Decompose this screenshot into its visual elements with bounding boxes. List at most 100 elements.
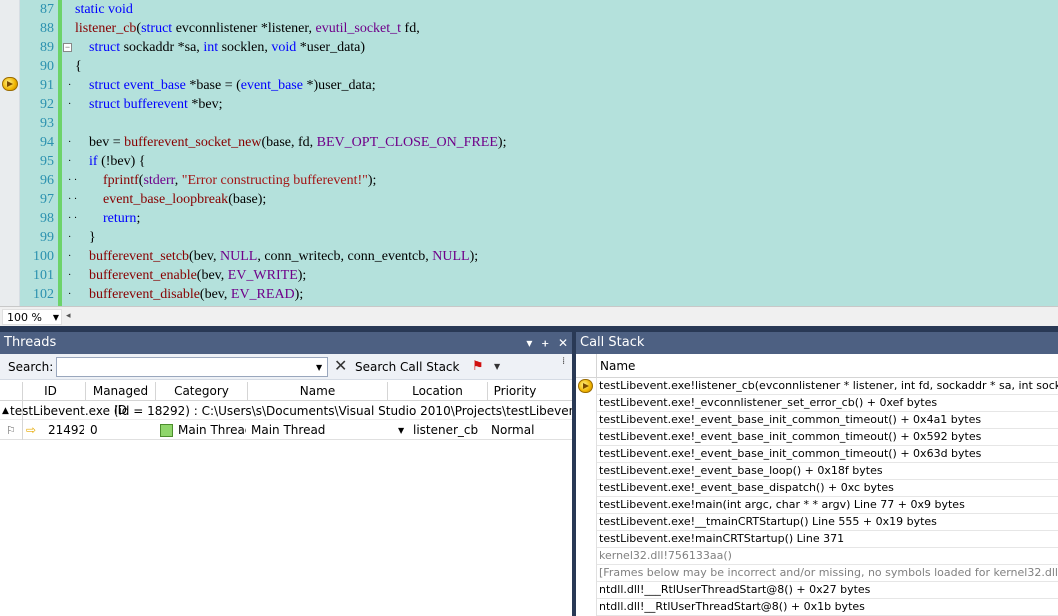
- code-line[interactable]: 97 · · event_base_loopbreak(base);: [20, 190, 1058, 209]
- code-text: struct bufferevent *bev;: [75, 95, 222, 114]
- code-line[interactable]: 94 · bev = bufferevent_socket_new(base, f…: [20, 133, 1058, 152]
- line-number: 93: [40, 116, 54, 131]
- call-stack-panel-title[interactable]: Call Stack: [576, 332, 1058, 354]
- call-stack-gutter: [576, 378, 597, 616]
- code-editor[interactable]: 87 static void 88 listener_cb(struct evconn…: [0, 0, 1058, 326]
- indent-guide: · ·: [68, 194, 78, 205]
- code-line[interactable]: 92 · struct bufferevent *bev;: [20, 95, 1058, 114]
- code-token: *user_data): [296, 40, 366, 55]
- code-line[interactable]: 88 listener_cb(struct evconnlistener *lis…: [20, 19, 1058, 38]
- code-token: *)user_data;: [302, 78, 376, 93]
- toolbar-overflow-icon[interactable]: ⁞: [562, 356, 565, 367]
- process-group-label: testLibevent.exe (id = 18292) : C:\Users…: [10, 404, 572, 418]
- code-line[interactable]: 91 · struct event_base *base = (event_bas…: [20, 76, 1058, 95]
- line-number: 101: [33, 268, 54, 283]
- zoom-level-dropdown[interactable]: 100 % ▼: [2, 309, 62, 325]
- column-header-name[interactable]: Name: [600, 354, 635, 378]
- call-stack-frame[interactable]: testLibevent.exe!listener_cb(evconnliste…: [597, 378, 1058, 395]
- call-stack-frame[interactable]: testLibevent.exe!mainCRTStartup() Line 3…: [597, 531, 1058, 548]
- code-token: (!bev) {: [97, 154, 146, 169]
- code-line[interactable]: 100 · bufferevent_setcb(bev, NULL, conn_w…: [20, 247, 1058, 266]
- code-token: fd,: [401, 21, 420, 36]
- column-header-category[interactable]: Category: [155, 382, 247, 401]
- code-text: listener_cb(struct evconnlistener *liste…: [75, 19, 420, 38]
- code-text: {: [75, 57, 82, 76]
- call-stack-frame[interactable]: ntdll.dll!__RtlUserThreadStart@8() + 0x1…: [597, 599, 1058, 616]
- code-line[interactable]: 90 {: [20, 57, 1058, 76]
- code-line[interactable]: 101 · bufferevent_enable(bev, EV_WRITE);: [20, 266, 1058, 285]
- search-dropdown-chevron-icon[interactable]: ▼: [316, 363, 322, 372]
- line-number: 102: [33, 287, 54, 302]
- call-stack-frame[interactable]: [Frames below may be incorrect and/or mi…: [597, 565, 1058, 582]
- code-token: listener_cb: [75, 21, 137, 36]
- flag-filter-button[interactable]: ⚑ ▼: [472, 358, 504, 376]
- column-header-location[interactable]: Location: [387, 382, 487, 401]
- collapse-caret-icon[interactable]: ▲: [2, 402, 9, 419]
- threads-title-buttons: ▾ ᚐ ✕: [520, 332, 568, 354]
- code-token: static void: [75, 2, 133, 17]
- code-line[interactable]: 102 · bufferevent_disable(bev, EV_READ);: [20, 285, 1058, 304]
- line-number: 88: [40, 21, 54, 36]
- code-token: }: [75, 230, 96, 245]
- code-token: socklen,: [218, 40, 272, 55]
- column-header-name[interactable]: Name: [247, 382, 387, 401]
- clear-search-icon[interactable]: ✕: [334, 357, 347, 375]
- code-token: bufferevent_setcb: [89, 249, 190, 264]
- location-dropdown-icon[interactable]: ▼: [398, 421, 404, 440]
- line-number: 87: [40, 2, 54, 17]
- close-icon[interactable]: ✕: [558, 336, 568, 350]
- call-stack-frame[interactable]: testLibevent.exe!main(int argc, char * *…: [597, 497, 1058, 514]
- line-number: 98: [40, 211, 54, 226]
- code-token: ,: [174, 173, 182, 188]
- call-stack-frame[interactable]: testLibevent.exe!_event_base_init_common…: [597, 429, 1058, 446]
- indicator-margin[interactable]: [0, 0, 20, 306]
- indent-guide: ·: [68, 156, 72, 167]
- current-thread-arrow-icon: ⇨: [26, 423, 37, 437]
- code-token: fprintf: [103, 173, 139, 188]
- code-line[interactable]: 93: [20, 114, 1058, 133]
- call-stack-frame[interactable]: ntdll.dll!___RtlUserThreadStart@8() + 0x…: [597, 582, 1058, 599]
- code-line[interactable]: 89− struct sockaddr *sa, int socklen, vo…: [20, 38, 1058, 57]
- code-line[interactable]: 98 · · return;: [20, 209, 1058, 228]
- scroll-left-icon[interactable]: ◂: [66, 311, 71, 321]
- code-token: );: [294, 287, 304, 302]
- code-token: struct: [141, 21, 173, 36]
- code-text: if (!bev) {: [75, 152, 145, 171]
- call-stack-frame[interactable]: testLibevent.exe!_event_base_init_common…: [597, 446, 1058, 463]
- code-line[interactable]: 95 · if (!bev) {: [20, 152, 1058, 171]
- outline-collapse-icon[interactable]: −: [63, 43, 72, 52]
- code-token: bev =: [75, 135, 125, 150]
- pin-icon[interactable]: ᚐ: [542, 336, 548, 350]
- search-input[interactable]: [56, 357, 328, 377]
- column-header-managed-id[interactable]: Managed ID: [85, 382, 155, 417]
- call-stack-frame[interactable]: testLibevent.exe!_event_base_dispatch() …: [597, 480, 1058, 497]
- code-text: fprintf(stderr, "Error constructing buff…: [75, 171, 376, 190]
- call-stack-frame[interactable]: testLibevent.exe!_evconnlistener_set_err…: [597, 395, 1058, 412]
- indent-guide: · ·: [68, 175, 78, 186]
- flag-outline-icon[interactable]: ⚐: [6, 421, 16, 440]
- call-stack-title-text: Call Stack: [580, 335, 645, 350]
- window-position-icon[interactable]: ▾: [526, 336, 532, 350]
- horizontal-scrollbar[interactable]: ◂: [64, 311, 1054, 323]
- table-row[interactable]: ⚐ ⇨ 21492 0 Main Thread Main Thread ▼ li…: [0, 421, 572, 440]
- column-header-id[interactable]: ID: [22, 382, 78, 401]
- call-stack-frame[interactable]: testLibevent.exe!_event_base_init_common…: [597, 412, 1058, 429]
- code-line[interactable]: 87 static void: [20, 0, 1058, 19]
- call-stack-frame[interactable]: testLibevent.exe!_event_base_loop() + 0x…: [597, 463, 1058, 480]
- code-line[interactable]: 99 · }: [20, 228, 1058, 247]
- process-group-row[interactable]: ▲ testLibevent.exe (id = 18292) : C:\Use…: [0, 402, 572, 420]
- call-stack-frame[interactable]: testLibevent.exe!__tmainCRTStartup() Lin…: [597, 514, 1058, 531]
- code-text-area[interactable]: 87 static void 88 listener_cb(struct evconn…: [20, 0, 1058, 306]
- code-token: sockaddr *sa,: [120, 40, 204, 55]
- threads-toolbar: Search: ▼ ✕ Search Call Stack ⚑ ▼ ⁞: [0, 354, 572, 380]
- code-token: bufferevent: [123, 97, 188, 112]
- column-header-priority[interactable]: Priority: [487, 382, 542, 401]
- search-call-stack-toggle[interactable]: Search Call Stack: [355, 360, 459, 374]
- threads-panel-title[interactable]: Threads: [0, 332, 572, 354]
- call-stack-frame[interactable]: kernel32.dll!756133aa(): [597, 548, 1058, 565]
- code-line[interactable]: 96 · · fprintf(stderr, "Error constructin…: [20, 171, 1058, 190]
